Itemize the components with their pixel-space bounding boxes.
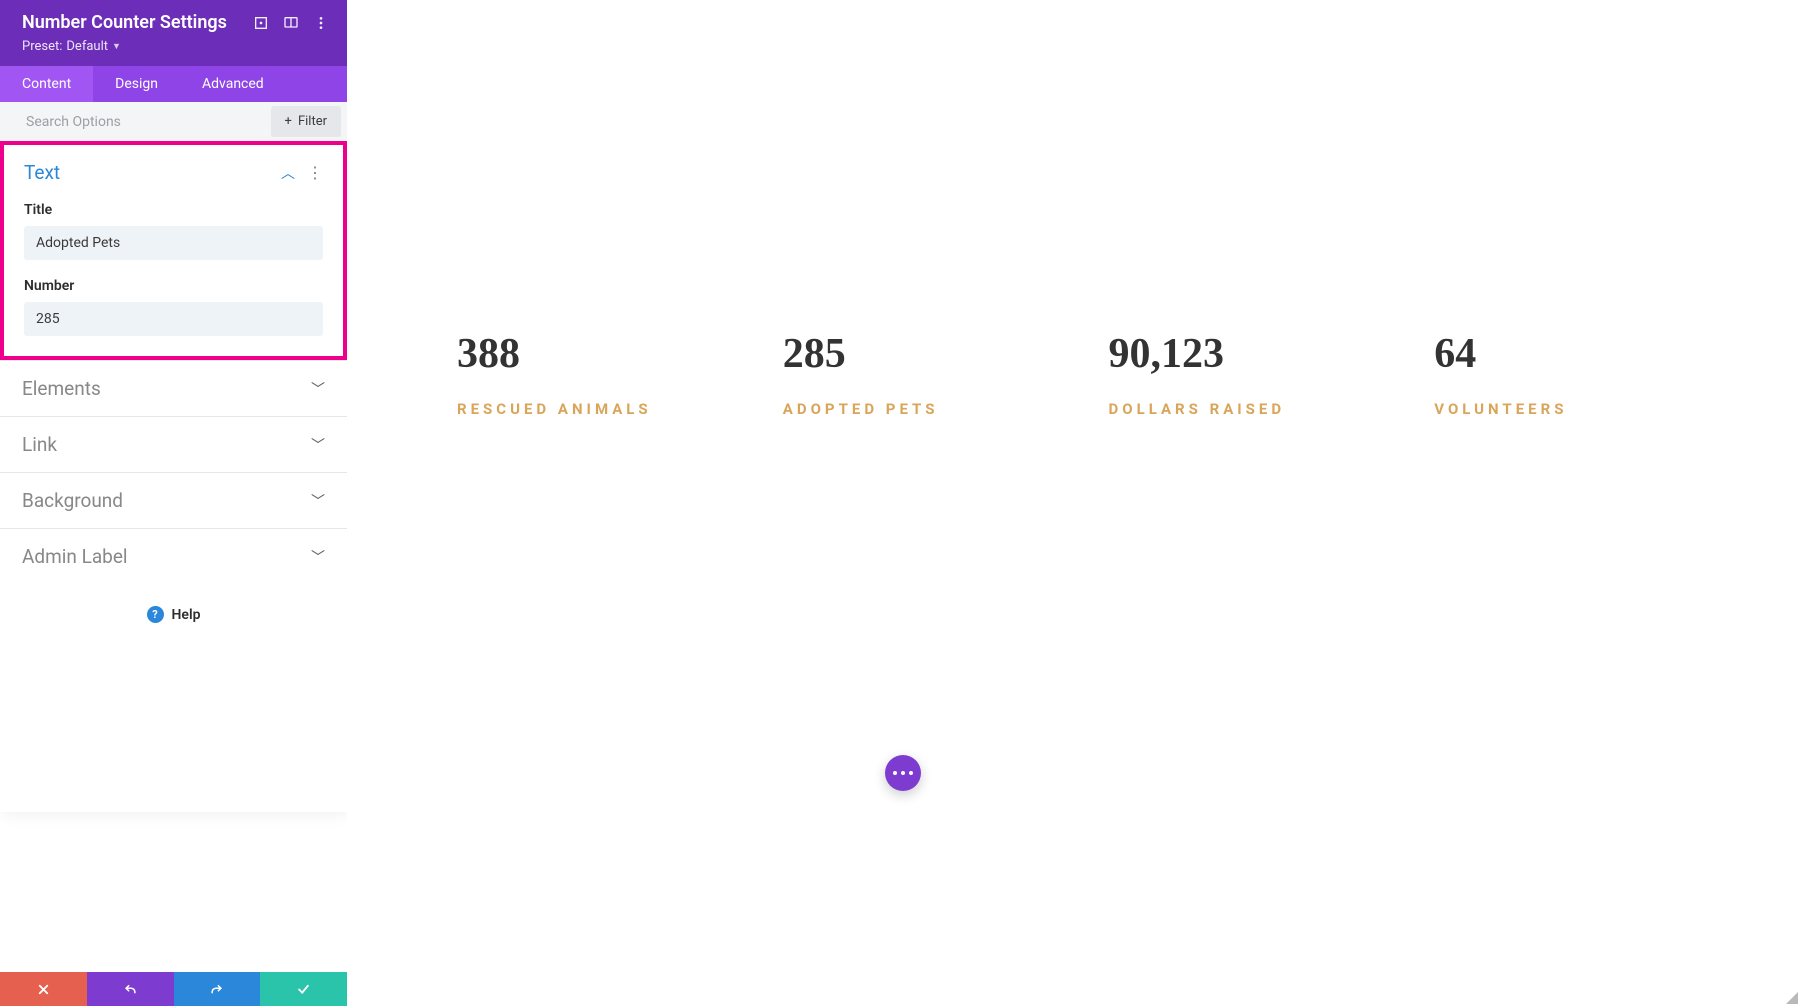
close-icon: [36, 982, 51, 997]
tab-design[interactable]: Design: [93, 66, 180, 102]
section-title-text[interactable]: Text: [24, 161, 281, 184]
help-icon: ?: [147, 606, 164, 623]
canvas: 388 RESCUED ANIMALS 285 ADOPTED PETS 90,…: [347, 0, 1800, 1006]
search-input[interactable]: [0, 104, 271, 140]
preset-prefix: Preset:: [22, 39, 62, 54]
search-row: + Filter: [0, 102, 347, 141]
filter-label: Filter: [298, 114, 327, 129]
tab-advanced[interactable]: Advanced: [180, 66, 286, 102]
section-background[interactable]: Background ﹀: [0, 472, 347, 528]
counter-dollars-raised[interactable]: 90,123 DOLLARS RAISED: [1109, 330, 1435, 418]
counter-label: VOLUNTEERS: [1434, 400, 1740, 418]
more-icon[interactable]: [311, 13, 331, 33]
chevron-down-icon: ﹀: [311, 547, 325, 567]
counter-label: DOLLARS RAISED: [1109, 400, 1415, 418]
cancel-button[interactable]: [0, 972, 87, 1006]
check-icon: [296, 982, 311, 997]
undo-button[interactable]: [87, 972, 174, 1006]
preview-icon[interactable]: [281, 13, 301, 33]
filter-button[interactable]: + Filter: [271, 106, 341, 137]
counter-value: 388: [457, 330, 763, 378]
section-link[interactable]: Link ﹀: [0, 416, 347, 472]
settings-panel: Number Counter Settings Preset: Default …: [0, 0, 347, 812]
help-button[interactable]: ? Help: [0, 584, 347, 645]
responsive-icon[interactable]: [251, 13, 271, 33]
caret-down-icon: ▼: [112, 41, 121, 52]
section-admin-label-title: Admin Label: [22, 545, 311, 568]
redo-button[interactable]: [174, 972, 261, 1006]
counter-value: 285: [783, 330, 1089, 378]
floating-menu-button[interactable]: [885, 755, 921, 791]
counters-row: 388 RESCUED ANIMALS 285 ADOPTED PETS 90,…: [457, 330, 1760, 418]
title-field-label: Title: [24, 202, 323, 218]
panel-header: Number Counter Settings Preset: Default …: [0, 0, 347, 66]
section-link-title: Link: [22, 433, 311, 456]
number-field-label: Number: [24, 278, 323, 294]
section-elements-title: Elements: [22, 377, 311, 400]
resize-handle-icon[interactable]: [1784, 990, 1798, 1004]
preset-selector[interactable]: Preset: Default ▼: [22, 39, 331, 54]
panel-title: Number Counter Settings: [22, 12, 241, 33]
counter-label: RESCUED ANIMALS: [457, 400, 763, 418]
text-section: Text ︿ ⋮ Title Number: [0, 141, 347, 360]
redo-icon: [209, 982, 224, 997]
counter-rescued-animals[interactable]: 388 RESCUED ANIMALS: [457, 330, 783, 418]
chevron-down-icon: ﹀: [311, 379, 325, 399]
counter-value: 90,123: [1109, 330, 1415, 378]
counter-value: 64: [1434, 330, 1740, 378]
title-field-input[interactable]: [24, 226, 323, 260]
panel-footer: [0, 972, 347, 1006]
section-elements[interactable]: Elements ﹀: [0, 360, 347, 416]
chevron-down-icon: ﹀: [311, 435, 325, 455]
save-button[interactable]: [260, 972, 347, 1006]
chevron-down-icon: ﹀: [311, 491, 325, 511]
section-admin-label[interactable]: Admin Label ﹀: [0, 528, 347, 584]
plus-icon: +: [285, 114, 292, 129]
counter-volunteers[interactable]: 64 VOLUNTEERS: [1434, 330, 1760, 418]
counter-label: ADOPTED PETS: [783, 400, 1089, 418]
help-label: Help: [172, 607, 201, 623]
counter-adopted-pets[interactable]: 285 ADOPTED PETS: [783, 330, 1109, 418]
tabs: Content Design Advanced: [0, 66, 347, 102]
section-more-icon[interactable]: ⋮: [307, 165, 323, 181]
tab-content[interactable]: Content: [0, 66, 93, 102]
number-field-input[interactable]: [24, 302, 323, 336]
undo-icon: [123, 982, 138, 997]
section-background-title: Background: [22, 489, 311, 512]
preset-value: Default: [66, 39, 108, 54]
ellipsis-icon: [891, 771, 915, 775]
chevron-up-icon[interactable]: ︿: [281, 163, 295, 183]
